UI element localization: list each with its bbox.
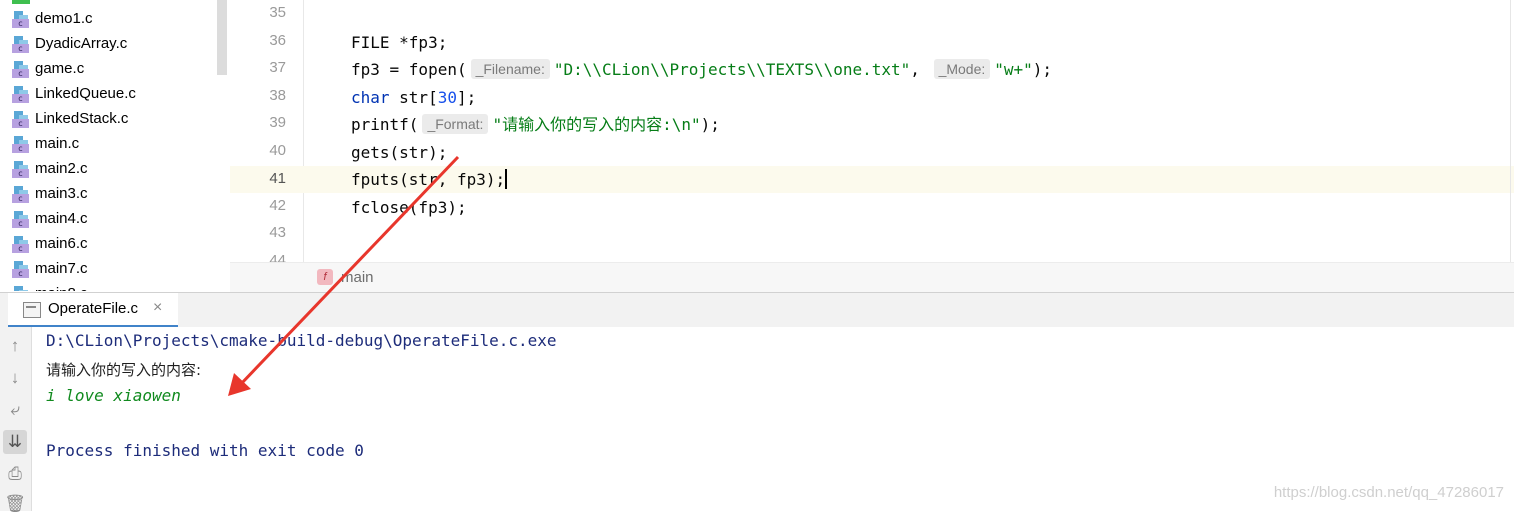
arrow-shaft (238, 155, 460, 387)
annotation-arrow (228, 155, 460, 396)
